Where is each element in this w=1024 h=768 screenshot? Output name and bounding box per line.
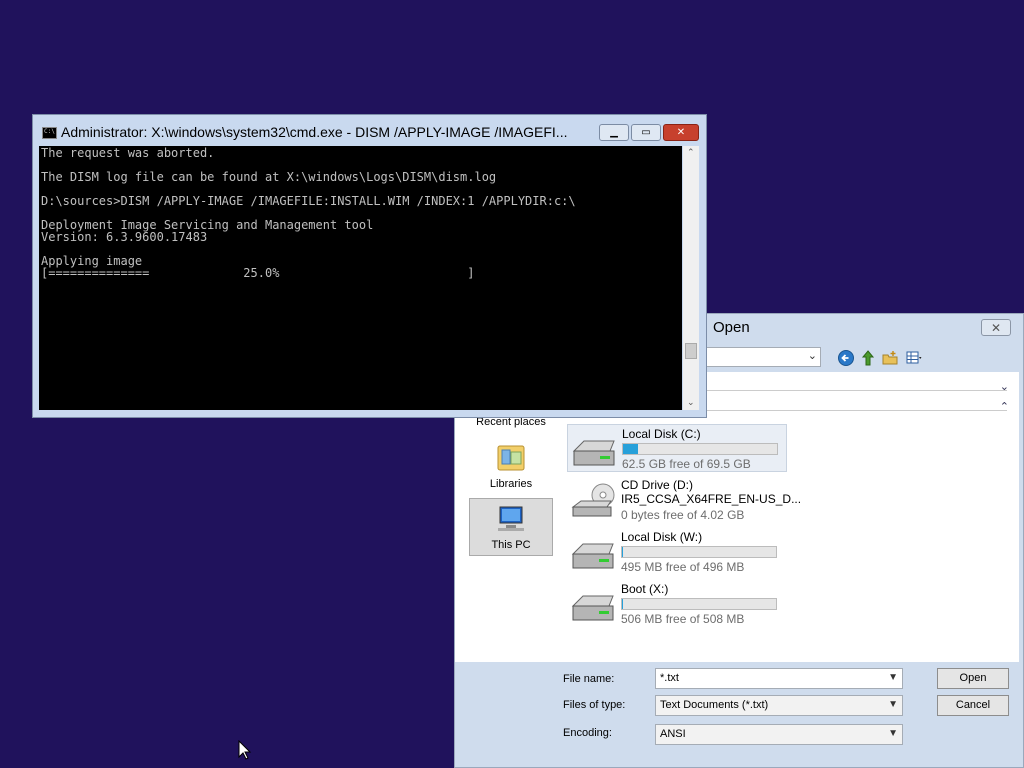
console-line: Version: 6.3.9600.17483 xyxy=(41,230,208,244)
close-icon: ✕ xyxy=(676,127,686,138)
files-of-type-label: Files of type: xyxy=(563,699,626,711)
console-line: The DISM log file can be found at X:\win… xyxy=(41,170,497,184)
file-name-label: File name: xyxy=(563,673,615,685)
drive-free-space: 495 MB free of 496 MB xyxy=(621,560,745,574)
console-output[interactable]: The request was aborted. The DISM log fi… xyxy=(39,146,682,410)
drive-x[interactable]: Boot (X:) 506 MB free of 508 MB xyxy=(567,580,787,628)
up-folder-icon[interactable] xyxy=(859,349,877,367)
console-line: The request was aborted. xyxy=(41,146,215,160)
close-button[interactable]: ✕ xyxy=(663,124,699,141)
maximize-button[interactable]: ▭ xyxy=(631,124,661,141)
group-header[interactable]: ⌃ xyxy=(707,400,1009,413)
drive-free-space: 62.5 GB free of 69.5 GB xyxy=(622,457,751,471)
drive-name: Boot (X:) xyxy=(621,582,669,596)
vertical-scrollbar[interactable]: ⌃ ⌄ xyxy=(683,146,699,410)
drive-usage-bar xyxy=(622,443,778,455)
chevron-up-icon[interactable]: ⌃ xyxy=(1000,400,1009,413)
drive-free-space: 506 MB free of 508 MB xyxy=(621,612,745,626)
chevron-down-icon[interactable]: ▼ xyxy=(888,672,898,683)
encoding-label: Encoding: xyxy=(563,727,612,739)
files-of-type-value: Text Documents (*.txt) xyxy=(660,699,769,711)
chevron-down-icon[interactable]: ⌄ xyxy=(687,398,695,408)
view-menu-icon[interactable] xyxy=(905,349,923,367)
address-bar[interactable]: ⌄ xyxy=(705,347,821,367)
chevron-up-icon[interactable]: ⌃ xyxy=(687,148,695,158)
file-name-value: *.txt xyxy=(660,672,679,684)
open-button[interactable]: Open xyxy=(937,668,1009,689)
nav-this-pc[interactable]: This PC xyxy=(469,498,553,556)
drive-usage-fill xyxy=(623,444,639,454)
drive-volume-label: IR5_CCSA_X64FRE_EN-US_D... xyxy=(621,492,802,506)
scrollbar-thumb[interactable] xyxy=(685,343,697,359)
console-progress-line: [============== 25.0% ] xyxy=(41,266,475,280)
close-icon[interactable]: ✕ xyxy=(981,319,1011,336)
encoding-select[interactable]: ANSI ▼ xyxy=(655,724,903,745)
hard-drive-icon xyxy=(572,440,615,466)
cd-drive-icon xyxy=(571,483,615,517)
chevron-down-icon[interactable]: ⌄ xyxy=(1000,380,1009,393)
this-pc-icon xyxy=(498,506,524,531)
chevron-down-icon[interactable]: ⌄ xyxy=(808,349,817,362)
drive-name: Local Disk (W:) xyxy=(621,530,703,544)
nav-libraries-label: Libraries xyxy=(489,478,533,490)
group-header[interactable]: ⌄ xyxy=(707,380,1009,393)
back-icon[interactable] xyxy=(837,349,855,367)
cancel-button[interactable]: Cancel xyxy=(937,695,1009,716)
drive-c[interactable]: Local Disk (C:) 62.5 GB free of 69.5 GB xyxy=(567,424,787,472)
file-name-input[interactable]: *.txt ▼ xyxy=(655,668,903,689)
minimize-button[interactable]: ▁ xyxy=(599,124,629,141)
chevron-down-icon[interactable]: ▼ xyxy=(888,728,898,739)
console-line: D:\sources>DISM /APPLY-IMAGE /IMAGEFILE:… xyxy=(41,194,576,208)
new-folder-icon[interactable] xyxy=(881,349,899,367)
open-dialog-title: Open xyxy=(713,319,750,336)
drive-usage-bar xyxy=(621,546,777,558)
drive-name: Local Disk (C:) xyxy=(622,427,701,441)
minimize-icon: ▁ xyxy=(610,127,618,138)
hard-drive-icon xyxy=(571,595,614,621)
drive-d[interactable]: CD Drive (D:) IR5_CCSA_X64FRE_EN-US_D...… xyxy=(567,476,801,524)
cmd-window-title: Administrator: X:\windows\system32\cmd.e… xyxy=(61,124,568,140)
mouse-cursor-icon xyxy=(238,740,252,760)
drive-usage-fill xyxy=(622,599,623,609)
chevron-down-icon[interactable]: ▼ xyxy=(888,699,898,710)
cmd-window: Administrator: X:\windows\system32\cmd.e… xyxy=(32,114,707,418)
maximize-icon: ▭ xyxy=(641,127,651,138)
nav-this-pc-label: This PC xyxy=(491,539,531,551)
drive-w[interactable]: Local Disk (W:) 495 MB free of 496 MB xyxy=(567,528,787,576)
drive-name: CD Drive (D:) xyxy=(621,478,693,492)
encoding-value: ANSI xyxy=(660,728,686,740)
libraries-icon xyxy=(497,445,525,471)
cmd-icon xyxy=(42,127,57,139)
drive-usage-bar xyxy=(621,598,777,610)
hard-drive-icon xyxy=(571,543,614,569)
files-of-type-select[interactable]: Text Documents (*.txt) ▼ xyxy=(655,695,903,716)
nav-libraries[interactable]: Libraries xyxy=(469,442,553,494)
drive-free-space: 0 bytes free of 4.02 GB xyxy=(621,508,745,522)
